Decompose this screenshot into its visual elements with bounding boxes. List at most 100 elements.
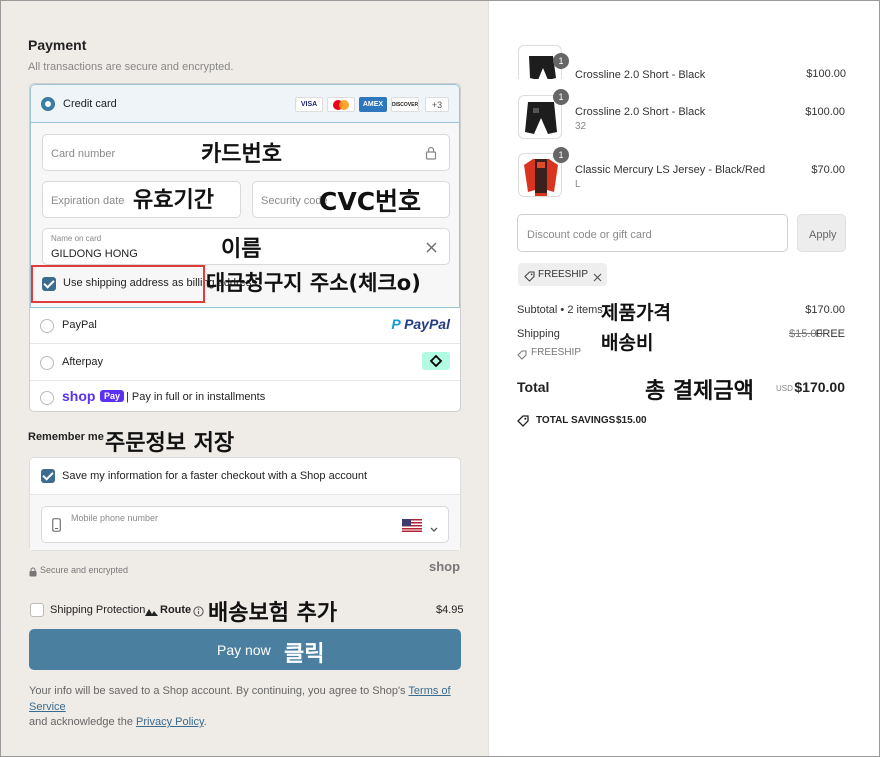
discover-icon: DISCOVER	[391, 97, 419, 112]
total-value: $170.00	[794, 379, 845, 395]
name-on-card-label: Name on card	[51, 234, 102, 243]
cart-item-clip: 1 Crossline 2.0 Short - Black $100.00	[489, 1, 880, 79]
credit-card-option[interactable]: Credit card VISA AMEX DISCOVER +3	[30, 84, 460, 123]
footer-text-1: Your info will be saved to a Shop accoun…	[29, 685, 409, 697]
shoppay-option[interactable]: shop Pay | Pay in full or in installment…	[30, 381, 460, 412]
info-icon[interactable]	[193, 604, 204, 622]
shipping-value: FREE	[815, 328, 845, 340]
secure-label: Secure and encrypted	[40, 565, 129, 575]
product-name: Crossline 2.0 Short - Black	[575, 69, 706, 79]
annotation-shipping: 배송비	[601, 332, 654, 354]
amex-icon: AMEX	[359, 97, 387, 112]
pay-now-label: Pay now	[217, 642, 271, 658]
paypal-radio[interactable]	[40, 319, 54, 333]
shipping-protection-checkbox[interactable]	[30, 603, 44, 617]
tag-icon	[524, 269, 535, 287]
mastercard-icon	[327, 97, 355, 112]
annotation-name: 이름	[221, 237, 262, 262]
tag-icon	[517, 347, 527, 365]
save-info-checkbox[interactable]	[41, 469, 55, 483]
apply-button[interactable]: Apply	[797, 214, 846, 252]
product-price: $70.00	[811, 164, 845, 176]
remove-discount-icon[interactable]	[593, 269, 602, 287]
credit-card-label: Credit card	[63, 98, 117, 110]
pay-now-button[interactable]: Pay now	[29, 629, 461, 670]
paypal-logo: P PayPal	[391, 316, 450, 332]
phone-placeholder: Mobile phone number	[71, 513, 159, 523]
paypal-p-icon: P	[391, 316, 401, 332]
qty-badge: 1	[553, 147, 569, 163]
annotation-cvc: CVC번호	[319, 187, 422, 216]
name-on-card-value: GILDONG HONG	[51, 248, 138, 260]
afterpay-label: Afterpay	[62, 356, 103, 368]
payment-title: Payment	[28, 37, 87, 53]
subtotal-value: $170.00	[805, 304, 845, 316]
product-variant: 32	[575, 121, 587, 132]
savings-tag-icon	[517, 414, 529, 432]
small-lock-icon	[29, 564, 37, 582]
phone-field[interactable]: Mobile phone number	[41, 506, 449, 543]
subtotal-label: Subtotal • 2 items	[517, 304, 603, 316]
footer-text: Your info will be saved to a Shop accoun…	[29, 684, 469, 731]
shoppay-pay-badge: Pay	[100, 390, 125, 402]
shoppay-logo: shop	[62, 388, 96, 404]
credit-card-radio[interactable]	[41, 97, 55, 111]
paypal-label: PayPal	[62, 319, 97, 331]
shipping-protection-price: $4.95	[436, 604, 464, 616]
phone-icon	[52, 518, 61, 537]
security-code-placeholder: Security code	[261, 195, 328, 207]
shipping-discount-code: FREESHIP	[531, 347, 582, 358]
footer-text-2: and acknowledge the	[29, 716, 137, 728]
qty-badge: 1	[553, 53, 569, 69]
billing-highlight-box	[31, 265, 205, 303]
footer-text-3: .	[203, 716, 207, 728]
paypal-logo-text: PayPal	[404, 316, 450, 332]
card-number-placeholder: Card number	[51, 148, 116, 160]
product-name: Classic Mercury LS Jersey - Black/Red	[575, 164, 766, 176]
shoppay-label: | Pay in full or in installments	[126, 391, 266, 403]
product-variant: L	[575, 179, 581, 190]
total-savings-label: TOTAL SAVINGS	[536, 415, 616, 426]
total-savings-value: $15.00	[616, 415, 647, 426]
remember-panel: Save my information for a faster checkou…	[29, 457, 461, 551]
more-brands-badge: +3	[425, 97, 449, 112]
route-brand: Route	[160, 604, 192, 616]
afterpay-icon	[422, 352, 450, 370]
annotation-expiration: 유효기간	[133, 188, 214, 213]
visa-icon: VISA	[295, 97, 323, 112]
annotation-card-number: 카드번호	[201, 142, 282, 167]
annotation-total: 총 결제금액	[645, 379, 754, 404]
annotation-subtotal: 제품가격	[601, 302, 671, 324]
lock-icon	[425, 146, 437, 165]
shop-logo: shop	[429, 559, 461, 574]
discount-tag: FREESHIP	[518, 263, 607, 286]
shipping-protection-label: Shipping Protection	[50, 604, 146, 616]
privacy-link[interactable]: Privacy Policy	[136, 716, 204, 728]
discount-input[interactable]: Discount code or gift card	[517, 214, 788, 252]
us-flag-icon[interactable]	[402, 519, 422, 537]
phone-area: Mobile phone number	[30, 494, 460, 550]
remember-title: Remember me	[28, 431, 104, 443]
chevron-down-icon[interactable]	[430, 520, 438, 538]
annotation-pay: 클릭	[284, 642, 325, 667]
clear-icon[interactable]	[426, 240, 437, 258]
annotation-remember: 주문정보 저장	[105, 431, 235, 456]
afterpay-option[interactable]: Afterpay	[30, 344, 460, 381]
shoppay-radio[interactable]	[40, 391, 54, 405]
expiration-placeholder: Expiration date	[51, 195, 125, 207]
qty-badge: 1	[553, 89, 569, 105]
apply-label: Apply	[809, 229, 837, 241]
paypal-option[interactable]: PayPal P PayPal	[30, 308, 460, 344]
route-icon	[145, 604, 158, 622]
checkout-left-panel: Payment All transactions are secure and …	[1, 1, 488, 756]
product-price: $100.00	[806, 68, 846, 79]
afterpay-radio[interactable]	[40, 356, 54, 370]
payment-subtitle: All transactions are secure and encrypte…	[28, 61, 234, 73]
discount-placeholder: Discount code or gift card	[527, 229, 652, 241]
discount-code: FREESHIP	[538, 269, 589, 280]
annotation-protection: 배송보험 추가	[208, 601, 338, 626]
annotation-billing: 대금청구지 주소(체크o)	[206, 271, 421, 295]
product-name: Crossline 2.0 Short - Black	[575, 106, 706, 118]
shipping-label: Shipping	[517, 328, 560, 340]
currency-label: USD	[776, 384, 793, 393]
